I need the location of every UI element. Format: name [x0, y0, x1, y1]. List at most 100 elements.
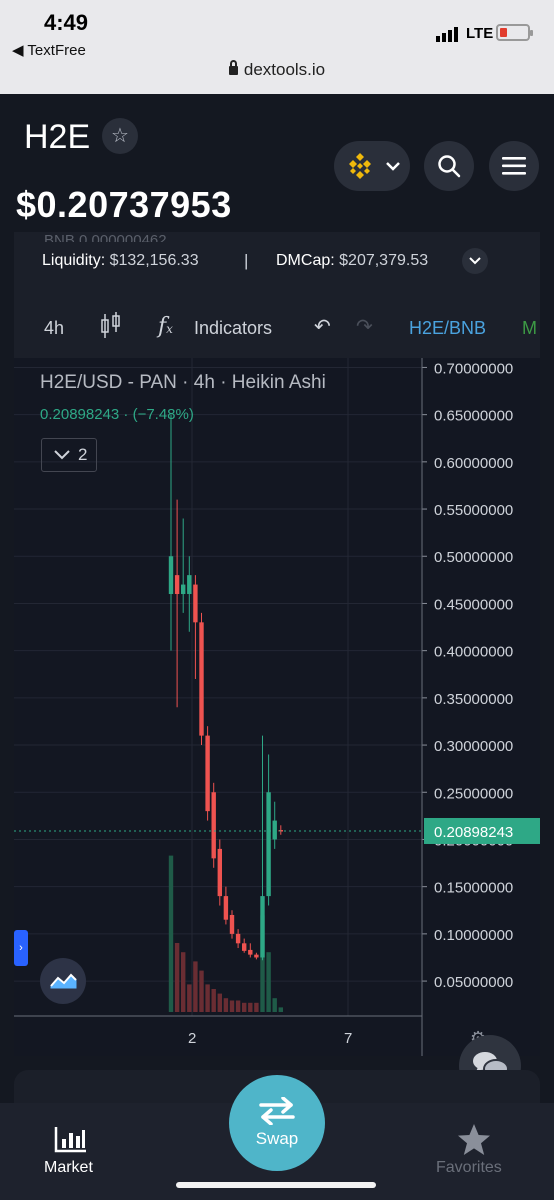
- menu-button[interactable]: [489, 141, 539, 191]
- volume-bar: [168, 855, 174, 1012]
- bar-chart-icon: [54, 1127, 86, 1153]
- y-tick-label: 0.55000000: [434, 502, 513, 519]
- more-tab[interactable]: M: [522, 318, 537, 339]
- volume-bar: [193, 961, 198, 1012]
- dmcap-stat: DMCap: $207,379.53: [276, 252, 428, 270]
- y-tick-label: 0.05000000: [434, 974, 513, 991]
- chart-toolbar: 4h fx Indicators ↶ ↷ H2E/BNB M: [14, 300, 540, 358]
- volume-bar: [187, 984, 192, 1012]
- chart-panel: 4h fx Indicators ↶ ↷ H2E/BNB M 0.7000000…: [14, 300, 540, 1056]
- candle-body: [242, 943, 247, 951]
- volume-bar: [248, 1002, 253, 1012]
- y-tick-label: 0.35000000: [434, 691, 513, 708]
- swap-arrows-icon: [259, 1097, 295, 1125]
- y-tick-label: 0.15000000: [434, 880, 513, 897]
- volume-bar: [211, 989, 216, 1012]
- expand-info-button[interactable]: [462, 248, 488, 274]
- candle-body: [254, 954, 259, 958]
- y-tick-label: 0.65000000: [434, 408, 513, 425]
- candle-body: [266, 792, 271, 897]
- liquidity-label: Liquidity:: [42, 252, 106, 269]
- volume-bar: [217, 993, 222, 1012]
- cellular-signal-icon: [436, 27, 458, 42]
- favorite-star-button[interactable]: ☆: [102, 118, 138, 154]
- url-bar[interactable]: dextools.io: [0, 60, 554, 80]
- token-price: $0.20737953: [16, 184, 232, 225]
- pair-tab[interactable]: H2E/BNB: [409, 318, 486, 339]
- y-tick-label: 0.30000000: [434, 738, 513, 755]
- back-to-app-link[interactable]: ◀ TextFree: [12, 41, 86, 59]
- chevron-right-icon: ›: [19, 942, 23, 954]
- liquidity-stat: Liquidity: $132,156.33: [42, 252, 199, 270]
- swap-label: Swap: [255, 1129, 299, 1148]
- y-tick-label: 0.70000000: [434, 360, 513, 377]
- search-icon: [438, 155, 461, 178]
- y-tick-label: 0.25000000: [434, 785, 513, 802]
- chain-selector-button[interactable]: [334, 141, 410, 191]
- tradingview-icon: [50, 973, 77, 989]
- y-tick-label: 0.60000000: [434, 455, 513, 472]
- chevron-down-icon: [386, 162, 400, 171]
- bnb-price-row: BNB 0.000000462: [44, 232, 167, 242]
- candle-body: [174, 575, 180, 595]
- current-price-label: 0.20898243: [434, 824, 513, 841]
- legend-count: 2: [78, 445, 88, 464]
- candle-body: [235, 933, 241, 944]
- candle-body: [193, 584, 198, 623]
- redo-icon[interactable]: ↷: [356, 314, 373, 339]
- bnb-chain-icon: [349, 153, 371, 179]
- candle-body: [223, 896, 229, 920]
- token-info-card: BNB 0.000000462 Liquidity: $132,156.33 |…: [14, 232, 540, 302]
- chart-legend-value: 0.20898243 · (−7.48%): [40, 406, 194, 423]
- candle-body: [199, 622, 204, 736]
- candle-body: [217, 848, 222, 897]
- candle-body: [187, 575, 192, 595]
- nav-market-label: Market: [44, 1159, 93, 1176]
- expand-drawing-tools-button[interactable]: ›: [14, 930, 28, 966]
- x-tick-label: 7: [344, 1030, 352, 1047]
- undo-icon[interactable]: ↶: [314, 314, 331, 339]
- nav-favorites[interactable]: Favorites: [414, 1103, 554, 1200]
- dmcap-label: DMCap:: [276, 252, 335, 269]
- dmcap-value: $207,379.53: [339, 252, 429, 269]
- url-text: dextools.io: [243, 60, 326, 79]
- y-tick-label: 0.40000000: [434, 644, 513, 661]
- search-button[interactable]: [424, 141, 474, 191]
- candle-body: [248, 949, 253, 955]
- network-label: LTE: [466, 25, 494, 42]
- candle-type-icon[interactable]: [100, 312, 122, 340]
- swap-button[interactable]: Swap: [229, 1075, 325, 1171]
- fx-icon[interactable]: fx: [158, 314, 173, 339]
- y-tick-label: 0.50000000: [434, 549, 513, 566]
- legend-collapse-button[interactable]: 2: [41, 438, 97, 472]
- indicators-button[interactable]: Indicators: [194, 318, 272, 339]
- status-bar: 4:49 ◀ TextFree LTE dextools.io: [0, 0, 554, 94]
- candle-body: [260, 896, 265, 958]
- y-tick-label: 0.45000000: [434, 596, 513, 613]
- candle-body: [181, 584, 186, 595]
- lock-icon: [228, 60, 238, 75]
- battery-icon: [496, 24, 533, 41]
- volume-bar: [278, 1007, 283, 1012]
- liquidity-value: $132,156.33: [109, 252, 199, 269]
- volume-bar: [205, 984, 210, 1012]
- interval-button[interactable]: 4h: [44, 318, 64, 339]
- nav-market[interactable]: Market: [0, 1103, 140, 1200]
- volume-bar: [181, 952, 186, 1012]
- chevron-down-icon: [469, 257, 481, 265]
- volume-bar: [229, 1000, 235, 1012]
- star-icon: [458, 1124, 490, 1155]
- volume-bar: [242, 1002, 247, 1012]
- tradingview-logo[interactable]: [40, 958, 86, 1004]
- status-time: 4:49: [44, 10, 89, 35]
- volume-bar: [174, 943, 180, 1012]
- star-icon: ☆: [111, 125, 129, 147]
- hamburger-icon: [502, 157, 526, 175]
- home-indicator: [176, 1182, 376, 1188]
- volume-bar: [235, 1000, 241, 1012]
- volume-bar: [223, 998, 229, 1012]
- candle-body: [229, 914, 235, 934]
- volume-bar: [266, 952, 271, 1012]
- x-tick-label: 2: [188, 1030, 196, 1047]
- volume-bar: [199, 970, 204, 1012]
